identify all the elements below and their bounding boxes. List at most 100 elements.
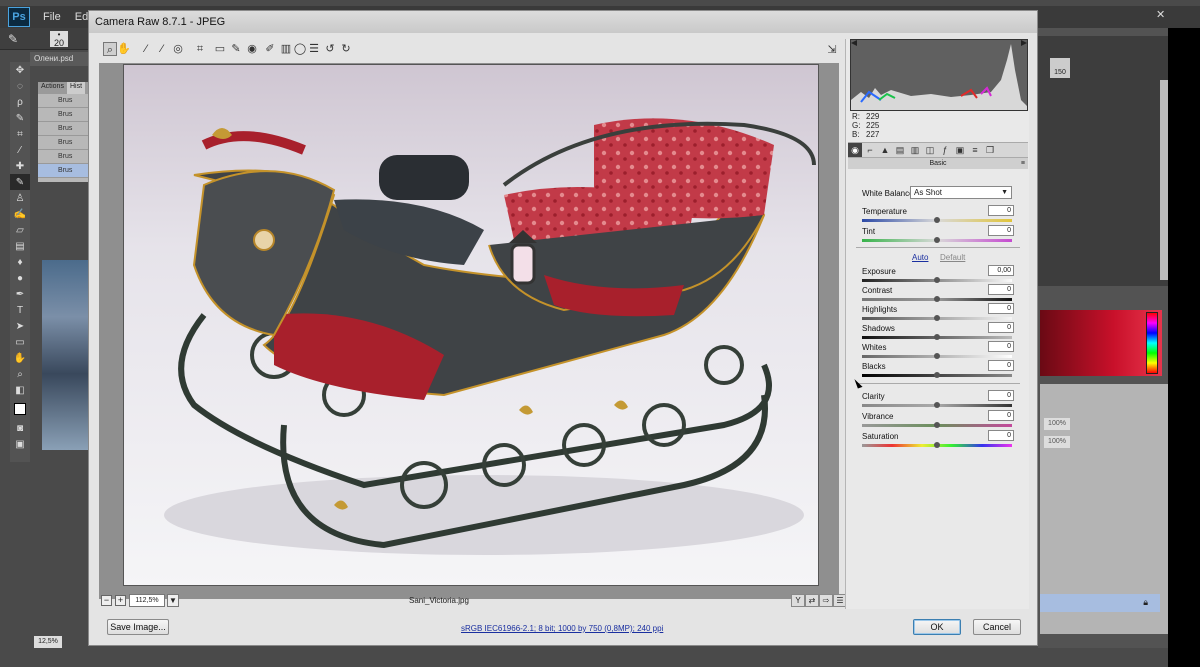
red-eye-removal-icon[interactable]: ◉: [245, 42, 259, 56]
saturation-slider[interactable]: Saturation 0: [862, 430, 1014, 452]
auto-link[interactable]: Auto: [912, 253, 928, 262]
document-zoom[interactable]: 12,5%: [34, 636, 62, 648]
workflow-options-link[interactable]: sRGB IEC61966-2.1; 8 bit; 1000 by 750 (0…: [461, 624, 663, 633]
zoom-out-button[interactable]: −: [101, 595, 112, 606]
shape-tool-icon[interactable]: ▭: [10, 334, 30, 350]
slider-thumb[interactable]: [934, 372, 940, 378]
history-row[interactable]: Brus: [38, 94, 90, 108]
slider-thumb[interactable]: [934, 277, 940, 283]
spot-removal-tool-icon[interactable]: ✎: [229, 42, 243, 56]
tab-tone-curve-icon[interactable]: ⌐: [863, 143, 877, 157]
clone-stamp-tool-icon[interactable]: ♙: [10, 190, 30, 206]
eyedropper-tool-icon[interactable]: ⁄: [10, 142, 30, 158]
tab-split-toning-icon[interactable]: ▥: [908, 143, 922, 157]
brush-tool-icon[interactable]: ✎: [6, 31, 20, 47]
document-tab[interactable]: Олени.psd: [30, 52, 90, 66]
lasso-tool-icon[interactable]: ρ: [10, 94, 30, 110]
rotate-left-icon[interactable]: ↺: [323, 42, 337, 56]
menu-file[interactable]: File: [43, 11, 61, 23]
brush-tool-icon[interactable]: ✎: [10, 174, 30, 190]
preferences-icon[interactable]: ☰: [307, 42, 321, 56]
adjustment-brush-icon[interactable]: ✐: [263, 42, 277, 56]
fullscreen-toggle-icon[interactable]: ⇲: [825, 43, 839, 57]
marquee-tool-icon[interactable]: ◌: [10, 78, 30, 94]
eraser-tool-icon[interactable]: ▱: [10, 222, 30, 238]
brush-preset-thumbnail[interactable]: 150: [1050, 58, 1070, 78]
color-swatches[interactable]: [10, 398, 30, 420]
save-image-button[interactable]: Save Image...: [107, 619, 169, 635]
slider-value-field[interactable]: 0: [988, 390, 1014, 401]
zoom-tool-icon[interactable]: ⌕: [10, 366, 30, 382]
move-tool-icon[interactable]: ✥: [10, 62, 30, 78]
history-row[interactable]: Brus: [38, 122, 90, 136]
slider-thumb[interactable]: [934, 334, 940, 340]
targeted-adjustment-tool-icon[interactable]: ◎: [171, 42, 185, 56]
quick-mask-icon[interactable]: ◙: [10, 420, 30, 436]
slider-thumb[interactable]: [934, 237, 940, 243]
rotate-right-icon[interactable]: ↻: [339, 42, 353, 56]
swap-settings-icon[interactable]: ⇄: [805, 594, 819, 607]
tint-slider[interactable]: Tint 0: [862, 225, 1014, 247]
clarity-slider[interactable]: Clarity 0: [862, 390, 1014, 412]
layer-opacity-field[interactable]: 100%: [1044, 418, 1070, 430]
temperature-slider[interactable]: Temperature 0: [862, 205, 1014, 227]
history-row[interactable]: Brus: [38, 164, 90, 178]
gradient-tool-icon[interactable]: ▤: [10, 238, 30, 254]
tab-history[interactable]: Hist: [66, 82, 86, 94]
tab-camera-calibration-icon[interactable]: ▣: [953, 143, 967, 157]
tab-hsl-icon[interactable]: ▤: [893, 143, 907, 157]
slider-thumb[interactable]: [934, 353, 940, 359]
slider-value-field[interactable]: 0: [988, 205, 1014, 216]
slider-thumb[interactable]: [934, 422, 940, 428]
blur-tool-icon[interactable]: ♦: [10, 254, 30, 270]
slider-value-field[interactable]: 0: [988, 303, 1014, 314]
panel-menu-icon[interactable]: ≡: [1021, 158, 1025, 169]
straighten-tool-icon[interactable]: ▭: [213, 42, 227, 56]
pen-tool-icon[interactable]: ✒: [10, 286, 30, 302]
color-picker-field[interactable]: [1040, 310, 1162, 376]
zoom-in-button[interactable]: +: [115, 595, 126, 606]
slider-thumb[interactable]: [934, 296, 940, 302]
slider-thumb[interactable]: [934, 315, 940, 321]
image-preview[interactable]: [123, 64, 819, 586]
layer-fill-field[interactable]: 100%: [1044, 436, 1070, 448]
slider-thumb[interactable]: [934, 402, 940, 408]
tab-snapshots-icon[interactable]: ❐: [983, 143, 997, 157]
tab-presets-icon[interactable]: ≡: [968, 143, 982, 157]
healing-tool-icon[interactable]: ✚: [10, 158, 30, 174]
tab-detail-icon[interactable]: ▲: [878, 143, 892, 157]
type-tool-icon[interactable]: T: [10, 302, 30, 318]
brush-size-picker[interactable]: • 20: [50, 31, 68, 48]
tab-actions[interactable]: Actions: [38, 82, 67, 94]
quick-select-tool-icon[interactable]: ✎: [10, 110, 30, 126]
slider-value-field[interactable]: 0: [988, 410, 1014, 421]
screen-mode-icon[interactable]: ▣: [10, 436, 30, 452]
close-icon[interactable]: ✕: [1156, 8, 1165, 21]
crop-tool-icon[interactable]: ⌗: [193, 42, 207, 56]
before-after-view-icon[interactable]: Y: [791, 594, 805, 607]
hand-tool-icon[interactable]: ✋: [117, 42, 131, 56]
slider-thumb[interactable]: [934, 442, 940, 448]
blacks-slider[interactable]: Blacks 0: [862, 360, 1014, 382]
slider-value-field[interactable]: 0: [988, 341, 1014, 352]
radial-filter-icon[interactable]: ◯: [293, 42, 307, 56]
slider-value-field[interactable]: 0,00: [988, 265, 1014, 276]
slider-value-field[interactable]: 0: [988, 322, 1014, 333]
path-selection-tool-icon[interactable]: ➤: [10, 318, 30, 334]
history-row[interactable]: Brus: [38, 136, 90, 150]
crop-tool-icon[interactable]: ⌗: [10, 126, 30, 142]
tab-effects-icon[interactable]: ƒ: [938, 143, 952, 157]
history-row[interactable]: Brus: [38, 108, 90, 122]
copy-settings-icon[interactable]: ⇨: [819, 594, 833, 607]
ok-button[interactable]: OK: [913, 619, 961, 635]
graduated-filter-icon[interactable]: ▥: [279, 42, 293, 56]
tab-lens-corrections-icon[interactable]: ◫: [923, 143, 937, 157]
panel-scrollbar[interactable]: [1160, 80, 1168, 280]
slider-thumb[interactable]: [934, 217, 940, 223]
dodge-tool-icon[interactable]: ●: [10, 270, 30, 286]
slider-value-field[interactable]: 0: [988, 284, 1014, 295]
history-row[interactable]: Brus: [38, 150, 90, 164]
slider-value-field[interactable]: 0: [988, 225, 1014, 236]
history-brush-tool-icon[interactable]: ✍: [10, 206, 30, 222]
slider-value-field[interactable]: 0: [988, 430, 1014, 441]
